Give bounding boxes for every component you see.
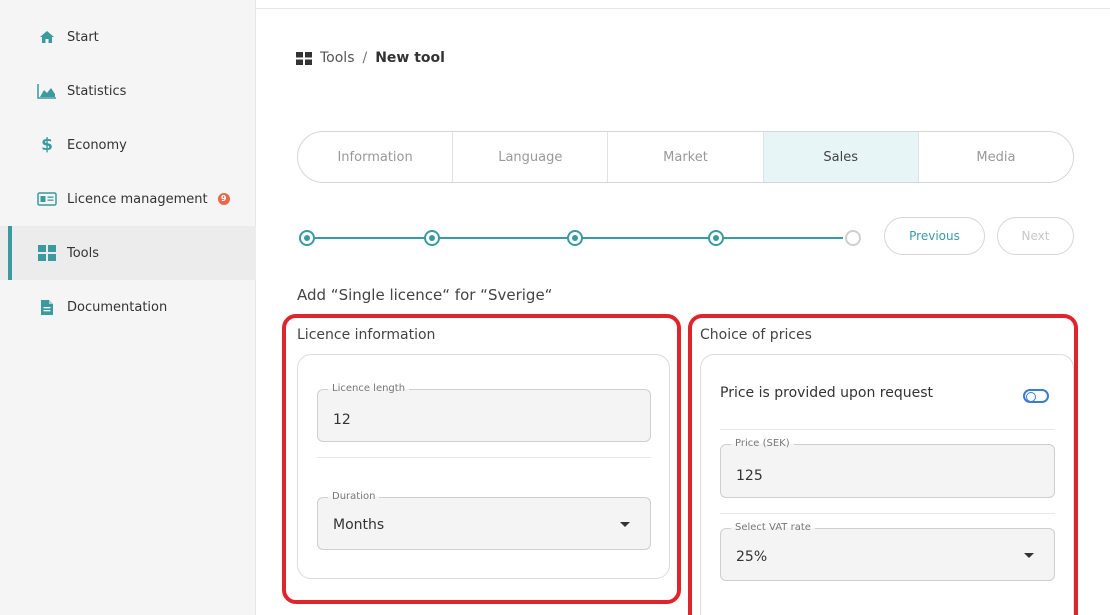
grid-icon [37,244,57,262]
divider [720,429,1055,430]
prices-card: Price is provided upon request Price (SE… [700,354,1074,615]
tab-media[interactable]: Media [919,132,1073,182]
licence-info-title: Licence information [297,327,436,343]
price-on-request-toggle[interactable] [1023,389,1049,403]
price-on-request-label: Price is provided upon request [720,385,934,401]
licence-info-card: Licence length 12 Duration Months [297,354,670,579]
price-label: Price (SEK) [731,438,794,449]
sidebar-item-label: Documentation [67,299,168,315]
next-button[interactable]: Next [997,217,1074,255]
sidebar-item-licence-management[interactable]: Licence management 9 [0,172,256,226]
sidebar-item-start[interactable]: Start [0,10,256,64]
vat-rate-label: Select VAT rate [731,522,815,533]
id-card-icon [37,190,57,208]
breadcrumb-current: New tool [375,50,445,66]
divider [720,513,1055,514]
step-tabs: Information Language Market Sales Media [297,131,1074,183]
sidebar-item-tools[interactable]: Tools [0,226,256,280]
step-1-completed [299,230,315,246]
licence-length-field[interactable]: Licence length 12 [317,383,651,442]
vat-rate-value: 25% [736,549,768,565]
divider [317,457,651,458]
tab-sales[interactable]: Sales [763,132,919,182]
tab-language[interactable]: Language [453,132,609,182]
duration-label: Duration [328,491,380,502]
notification-badge: 9 [217,193,230,205]
step-2-completed [424,230,440,246]
sidebar-item-documentation[interactable]: Documentation [0,280,256,334]
prices-title: Choice of prices [700,327,812,343]
breadcrumb-separator: / [362,50,368,66]
tab-information[interactable]: Information [298,132,454,182]
previous-button[interactable]: Previous [884,217,985,255]
sidebar-item-label: Economy [67,137,127,153]
dollar-icon: $ [41,135,53,155]
step-5-pending [845,230,861,246]
tab-market[interactable]: Market [608,132,764,182]
licence-length-label: Licence length [328,383,410,394]
price-value: 125 [736,468,763,484]
step-4-completed [708,230,724,246]
sidebar-item-label: Licence management [67,191,208,207]
sidebar-item-label: Statistics [67,83,127,99]
grid-icon [296,51,312,65]
document-icon [37,298,57,316]
breadcrumb: Tools / New tool [296,50,445,66]
price-field[interactable]: Price (SEK) 125 [720,438,1055,498]
top-divider [256,8,1110,9]
duration-select[interactable]: Duration Months [317,491,651,550]
home-icon [37,28,57,46]
sidebar-item-economy[interactable]: $ Economy [0,118,256,172]
step-3-completed [567,230,583,246]
breadcrumb-root[interactable]: Tools [320,50,355,66]
sidebar-item-label: Start [67,29,99,45]
area-chart-icon [37,82,57,100]
chevron-down-icon [1024,553,1034,558]
vat-rate-select[interactable]: Select VAT rate 25% [720,522,1055,581]
page-heading: Add “Single licence“ for “Sverige“ [297,286,553,304]
chevron-down-icon [620,522,630,527]
sidebar-item-label: Tools [67,245,100,261]
sidebar-item-statistics[interactable]: Statistics [0,64,256,118]
sidebar: Start Statistics $ Economy Licence manag… [0,0,256,615]
duration-value: Months [333,517,385,533]
licence-length-value: 12 [333,412,351,428]
progress-stepper [299,226,861,250]
